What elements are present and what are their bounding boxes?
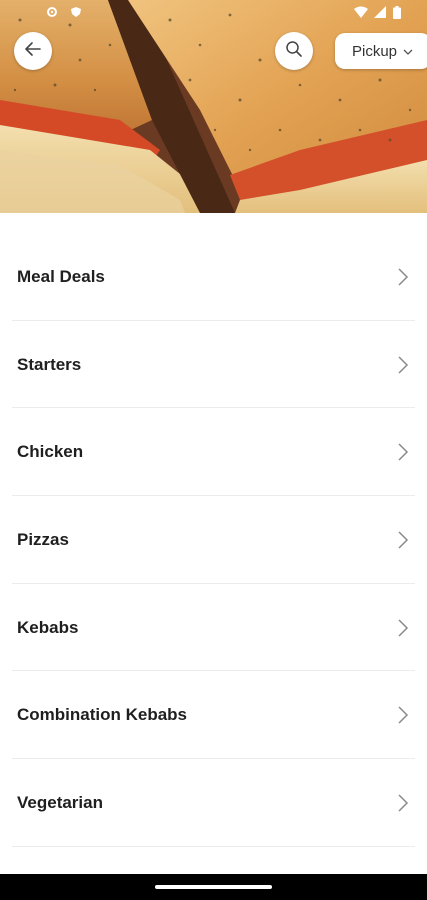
- category-label: Pizzas: [17, 529, 69, 549]
- category-item-chicken[interactable]: Chicken: [12, 408, 415, 497]
- chevron-right-icon: [397, 530, 409, 555]
- chevron-right-icon: [397, 267, 409, 292]
- battery-icon: [393, 6, 401, 19]
- pizza-image: [0, 0, 427, 213]
- shield-icon: [70, 6, 82, 18]
- chevron-down-icon: [403, 43, 413, 60]
- back-button[interactable]: [14, 32, 52, 70]
- category-item-kebabs[interactable]: Kebabs: [12, 584, 415, 672]
- category-item-pizzas[interactable]: Pizzas: [12, 496, 415, 584]
- status-bar: [0, 0, 427, 28]
- search-button[interactable]: [275, 32, 313, 70]
- category-list: Meal Deals Starters Chicken Pizzas Kebab…: [0, 233, 427, 847]
- chevron-right-icon: [397, 442, 409, 467]
- category-label: Kebabs: [17, 617, 79, 637]
- hero-image: [0, 0, 427, 213]
- category-label: Chicken: [17, 442, 84, 462]
- divider: [12, 845, 415, 847]
- order-mode-dropdown[interactable]: Pickup: [335, 33, 427, 69]
- category-item-starters[interactable]: Starters: [12, 321, 415, 409]
- category-item-meal-deals[interactable]: Meal Deals: [12, 233, 415, 321]
- search-icon: [284, 39, 304, 64]
- category-item-combination-kebabs[interactable]: Combination Kebabs: [12, 671, 415, 760]
- chevron-right-icon: [397, 618, 409, 643]
- arrow-left-icon: [23, 39, 43, 64]
- home-gesture-handle[interactable]: [155, 885, 272, 889]
- category-label: Meal Deals: [17, 266, 105, 286]
- category-item-vegetarian[interactable]: Vegetarian: [12, 759, 415, 847]
- chevron-right-icon: [397, 793, 409, 818]
- chevron-right-icon: [397, 705, 409, 730]
- gear-icon: [46, 6, 58, 18]
- wifi-icon: [354, 6, 368, 18]
- category-label: Vegetarian: [17, 792, 103, 812]
- category-label: Combination Kebabs: [17, 705, 188, 725]
- signal-icon: [374, 6, 386, 18]
- chevron-right-icon: [397, 355, 409, 380]
- system-nav-bar: [0, 874, 427, 900]
- order-mode-label: Pickup: [352, 42, 398, 60]
- category-label: Starters: [17, 354, 82, 374]
